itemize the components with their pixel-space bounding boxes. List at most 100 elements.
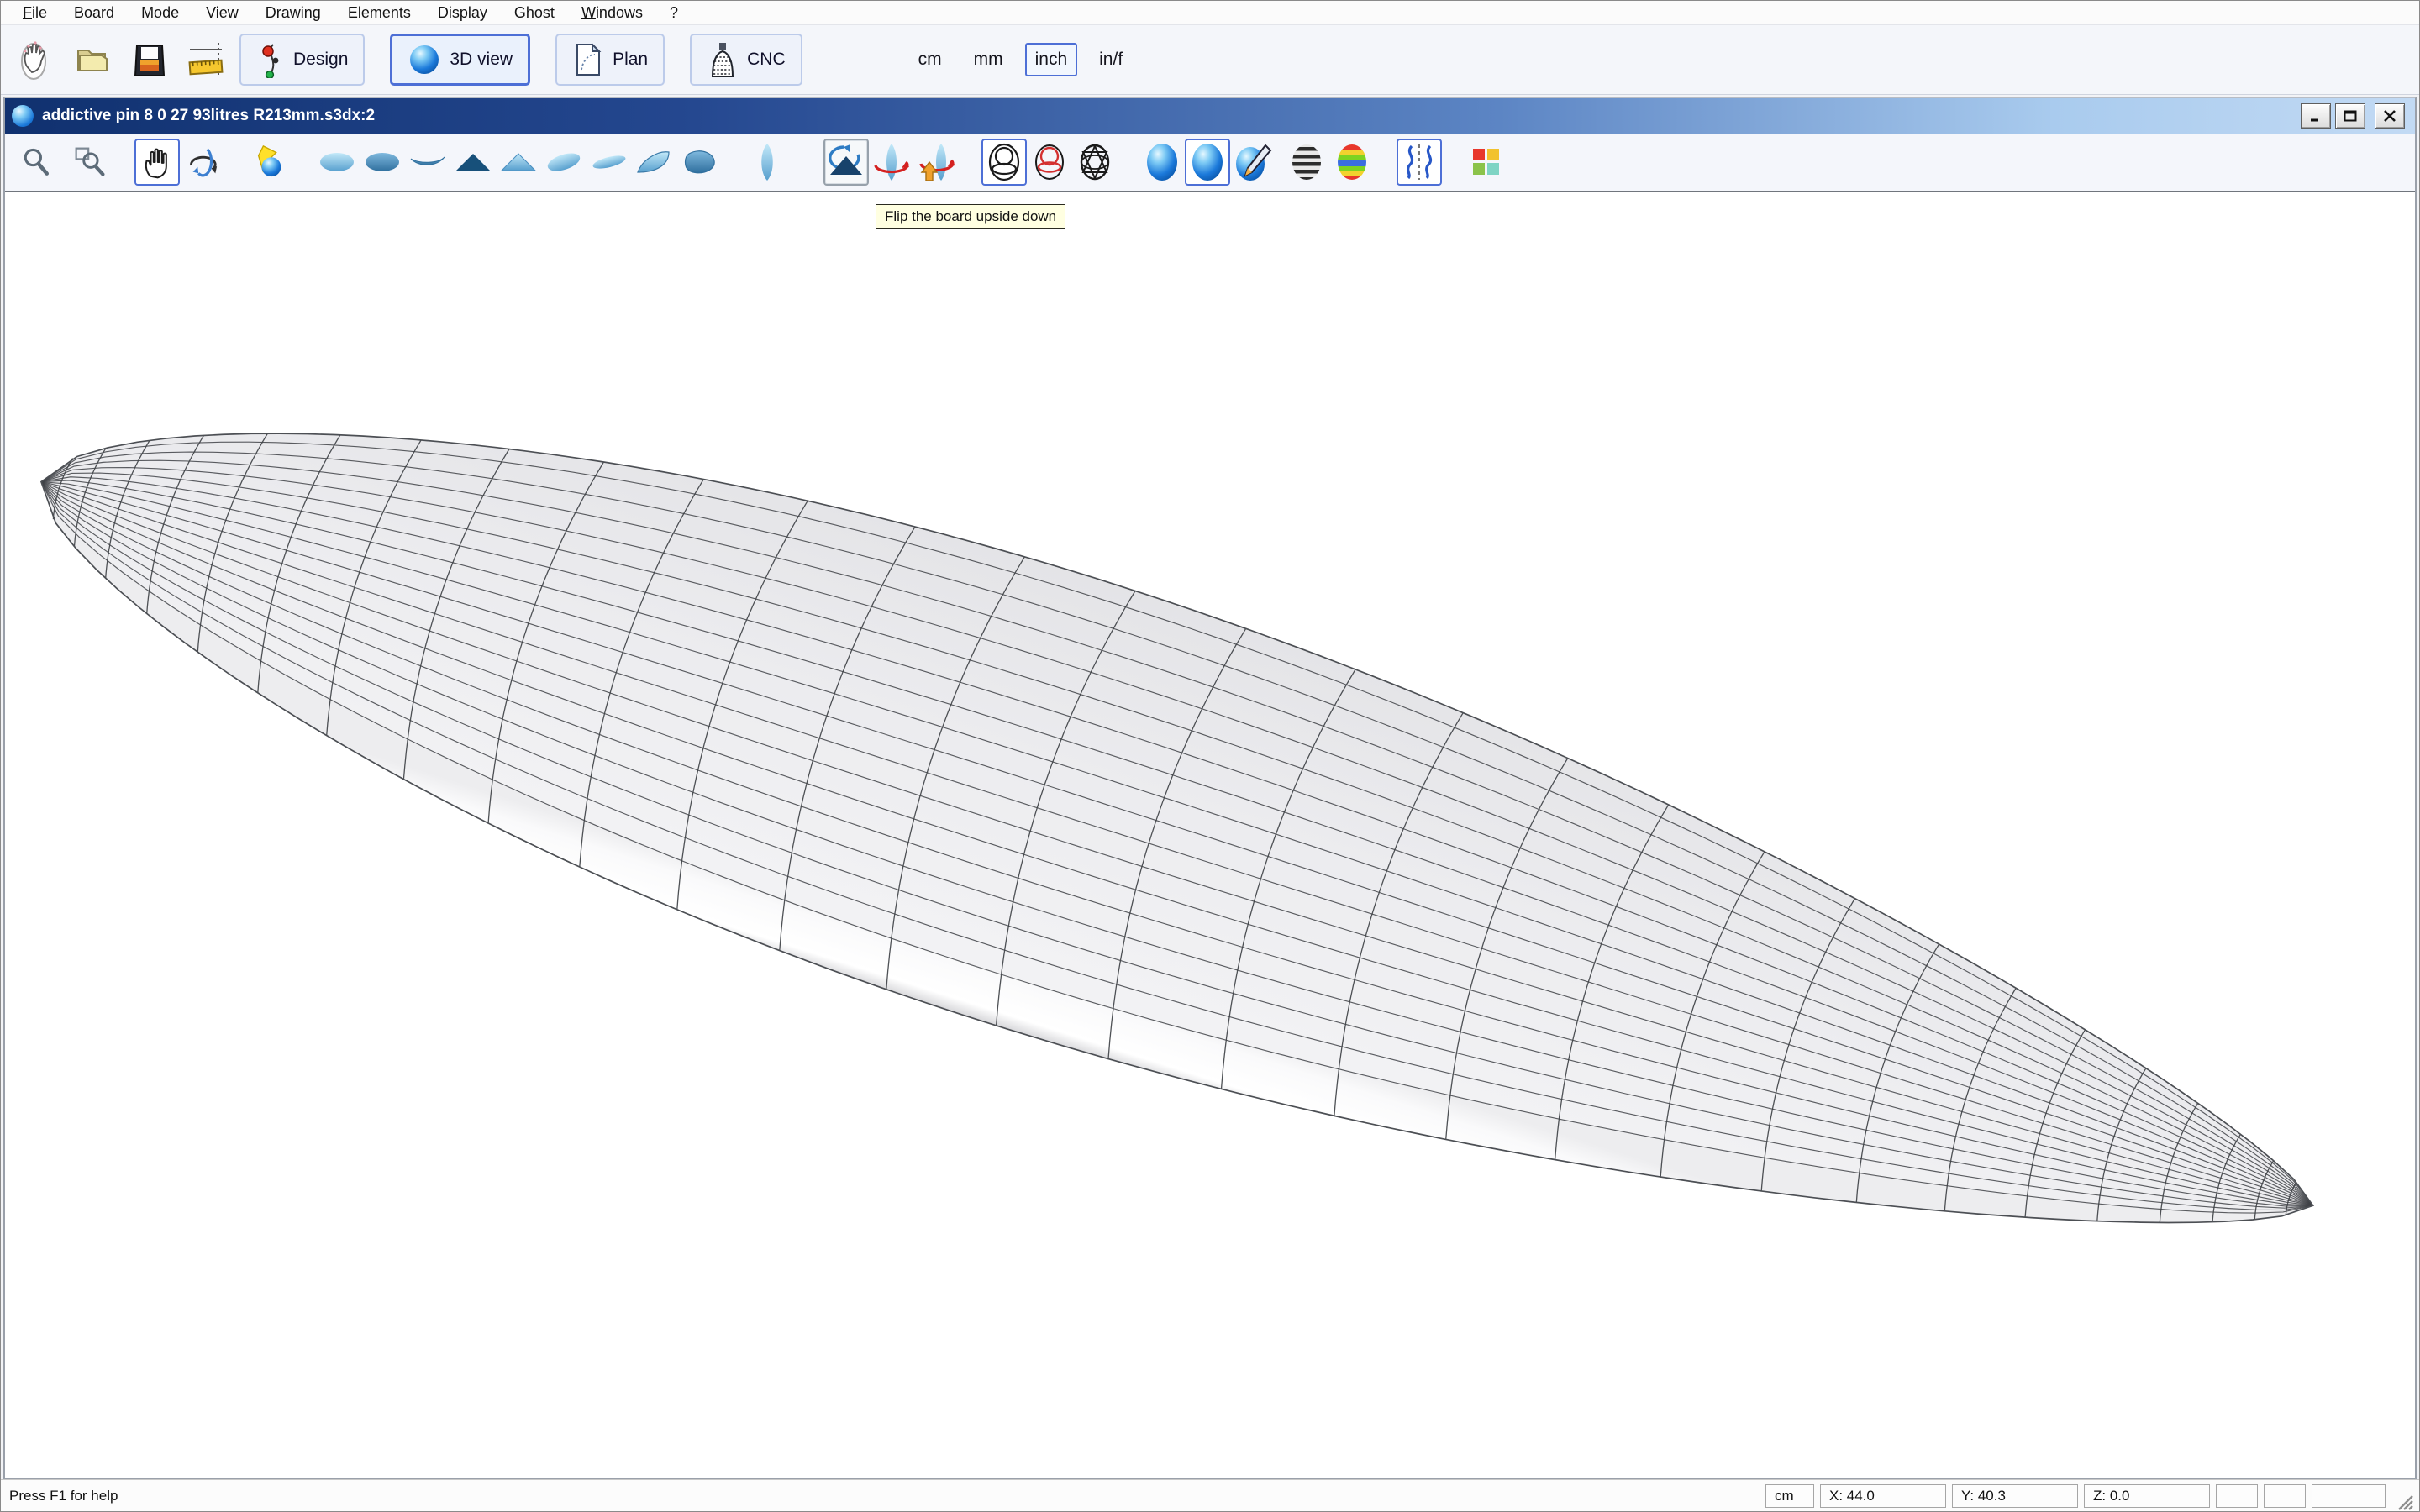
cnc-icon xyxy=(707,41,739,78)
resize-grip[interactable] xyxy=(2392,1489,2414,1511)
flip-board-tool[interactable] xyxy=(823,139,869,186)
zoom-icon xyxy=(19,145,53,179)
minimize-icon xyxy=(2308,109,2323,123)
open-button[interactable] xyxy=(68,34,117,86)
wireframe-mesh-tool[interactable] xyxy=(1072,139,1118,186)
stripes-color-icon xyxy=(1334,142,1370,182)
maximize-button[interactable] xyxy=(2335,103,2365,129)
zoom-window-icon xyxy=(73,145,107,179)
save-button[interactable] xyxy=(125,34,174,86)
menu-help[interactable]: ? xyxy=(656,3,692,24)
rotate-board-icon xyxy=(872,142,911,182)
new-board-button[interactable] xyxy=(11,34,60,86)
new-board-icon xyxy=(15,38,55,81)
view-rocker-icon xyxy=(408,145,447,179)
viewport-3d[interactable] xyxy=(5,192,2415,1478)
flip-board-icon xyxy=(827,143,865,181)
design-mode-button[interactable]: Design xyxy=(239,34,365,86)
3d-view-icon xyxy=(408,43,441,76)
menu-display[interactable]: Display xyxy=(424,3,501,24)
document-icon xyxy=(12,105,34,127)
tooltip: Flip the board upside down xyxy=(876,204,1065,229)
view-back-tool[interactable] xyxy=(496,139,541,186)
stripes-gray-icon xyxy=(1288,142,1325,182)
unit-inf[interactable]: in/f xyxy=(1089,43,1133,76)
curvature-check-icon xyxy=(1400,143,1439,181)
render-light-tool[interactable] xyxy=(247,139,292,186)
view-perspective-side-icon xyxy=(590,145,629,179)
status-y-coord: Y: 40.3 xyxy=(1952,1484,2078,1508)
wireframe-tool[interactable] xyxy=(981,139,1027,186)
status-empty-panel xyxy=(2312,1484,2386,1508)
3d-view-mode-button[interactable]: 3D view xyxy=(390,34,530,86)
paint-surface-icon xyxy=(1234,142,1272,182)
view-plan-outline-tool[interactable] xyxy=(744,139,790,186)
zoom-tool[interactable] xyxy=(13,139,59,186)
menu-view[interactable]: View xyxy=(192,3,252,24)
document-title-bar[interactable]: addictive pin 8 0 27 93litres R213mm.s3d… xyxy=(5,98,2415,134)
menu-ghost[interactable]: Ghost xyxy=(501,3,568,24)
color-palette-icon xyxy=(1470,145,1503,179)
wireframe-slices-tool[interactable] xyxy=(1027,139,1072,186)
document-window: addictive pin 8 0 27 93litres R213mm.s3d… xyxy=(3,97,2417,1479)
menu-mode[interactable]: Mode xyxy=(128,3,192,24)
view-front-tool[interactable] xyxy=(450,139,496,186)
curvature-check-tool[interactable] xyxy=(1397,139,1442,186)
menu-elements[interactable]: Elements xyxy=(334,3,424,24)
solid-smooth-icon xyxy=(1189,142,1226,182)
unit-cm[interactable]: cm xyxy=(908,43,952,76)
stripes-gray-tool[interactable] xyxy=(1284,139,1329,186)
solid-render-icon xyxy=(1144,142,1181,182)
menu-drawing[interactable]: Drawing xyxy=(252,3,334,24)
view-perspective-side-tool[interactable] xyxy=(587,139,632,186)
cnc-mode-button[interactable]: CNC xyxy=(690,34,802,86)
view-bottom-icon xyxy=(363,145,402,179)
wireframe-slices-icon xyxy=(1031,142,1068,182)
color-palette-tool[interactable] xyxy=(1464,139,1509,186)
zoom-window-tool[interactable] xyxy=(67,139,113,186)
pan-tool[interactable] xyxy=(134,139,180,186)
maximize-icon xyxy=(2343,109,2358,123)
measure-button[interactable] xyxy=(182,34,231,86)
menu-bar: File Board Mode View Drawing Elements Di… xyxy=(1,1,2419,24)
plan-icon xyxy=(572,41,604,78)
close-icon xyxy=(2382,109,2397,123)
solid-smooth-tool[interactable] xyxy=(1185,139,1230,186)
view-perspective-top-tool[interactable] xyxy=(541,139,587,186)
main-toolbar: Design 3D view Plan CNC xyxy=(1,24,2419,95)
view-perspective-top-icon xyxy=(544,145,583,179)
minimize-button[interactable] xyxy=(2301,103,2331,129)
stripes-color-tool[interactable] xyxy=(1329,139,1375,186)
rotate-3d-tool[interactable] xyxy=(180,139,225,186)
view-rocker-tool[interactable] xyxy=(405,139,450,186)
close-button[interactable] xyxy=(2375,103,2405,129)
wireframe-icon xyxy=(986,142,1023,182)
view-perspective-wedge-tool[interactable] xyxy=(632,139,677,186)
open-folder-icon xyxy=(71,39,113,81)
document-title: addictive pin 8 0 27 93litres R213mm.s3d… xyxy=(42,107,2301,125)
status-empty-panel xyxy=(2264,1484,2306,1508)
render-light-icon xyxy=(252,144,287,180)
window-controls xyxy=(2301,103,2405,129)
solid-render-tool[interactable] xyxy=(1139,139,1185,186)
rotate-3d-icon xyxy=(185,144,220,180)
plan-mode-label: Plan xyxy=(613,50,648,70)
plan-mode-button[interactable]: Plan xyxy=(555,34,665,86)
cnc-mode-label: CNC xyxy=(747,50,786,70)
rotate-board-upright-icon xyxy=(918,142,956,182)
paint-surface-tool[interactable] xyxy=(1230,139,1276,186)
rotate-board-tool[interactable] xyxy=(869,139,914,186)
design-mode-label: Design xyxy=(293,50,348,70)
menu-file[interactable]: File xyxy=(9,3,60,24)
view-back-icon xyxy=(499,145,538,179)
unit-inch[interactable]: inch xyxy=(1025,43,1078,76)
rotate-board-upright-tool[interactable] xyxy=(914,139,960,186)
status-help-text: Press F1 for help xyxy=(6,1488,1760,1504)
unit-mm[interactable]: mm xyxy=(964,43,1013,76)
view-top-tool[interactable] xyxy=(314,139,360,186)
view-bottom-tool[interactable] xyxy=(360,139,405,186)
view-perspective-free-icon xyxy=(681,145,719,179)
menu-board[interactable]: Board xyxy=(60,3,128,24)
menu-windows[interactable]: Windows xyxy=(568,3,656,24)
view-perspective-free-tool[interactable] xyxy=(677,139,723,186)
